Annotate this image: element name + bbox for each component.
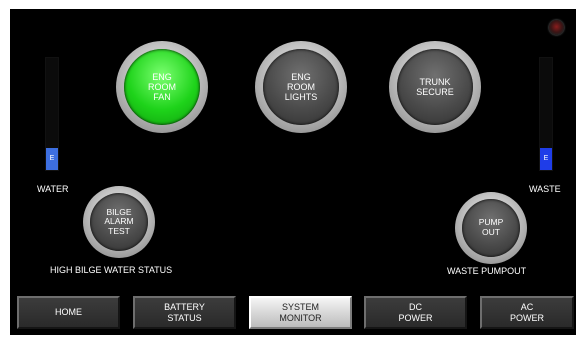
water-empty-marker: E xyxy=(49,155,55,163)
trunk-secure-label: TRUNK SECURE xyxy=(397,49,473,125)
eng-room-fan-button[interactable]: ENG ROOM FAN xyxy=(116,41,208,133)
trunk-secure-button[interactable]: TRUNK SECURE xyxy=(389,41,481,133)
nav-dc-power-button[interactable]: DC POWER xyxy=(364,296,467,329)
eng-room-fan-label: ENG ROOM FAN xyxy=(124,49,200,125)
nav-system-monitor-label: SYSTEM MONITOR xyxy=(279,302,322,323)
eng-room-lights-label: ENG ROOM LIGHTS xyxy=(263,49,339,125)
nav-ac-power-label: AC POWER xyxy=(509,302,544,323)
nav-system-monitor-button[interactable]: SYSTEM MONITOR xyxy=(249,296,352,329)
waste-pumpout-label: WASTE PUMPOUT xyxy=(447,266,527,276)
nav-home-button[interactable]: HOME xyxy=(17,296,120,329)
water-tank-gauge: E xyxy=(45,57,59,171)
waste-label: WASTE xyxy=(529,184,561,194)
waste-tank-gauge: E xyxy=(539,57,553,171)
pump-out-button[interactable]: PUMP OUT xyxy=(455,192,527,264)
nav-home-label: HOME xyxy=(55,307,82,318)
water-label: WATER xyxy=(37,184,69,194)
nav-battery-status-button[interactable]: BATTERY STATUS xyxy=(133,296,236,329)
nav-dc-power-label: DC POWER xyxy=(398,302,433,323)
high-bilge-water-status-label: HIGH BILGE WATER STATUS xyxy=(50,265,173,275)
nav-battery-status-label: BATTERY STATUS xyxy=(164,302,205,323)
monitor-panel: E WATER E WASTE ENG ROOM FAN ENG ROOM LI… xyxy=(10,9,576,335)
bilge-alarm-test-label: BILGE ALARM TEST xyxy=(90,193,148,251)
pump-out-label: PUMP OUT xyxy=(462,199,520,257)
nav-ac-power-button[interactable]: AC POWER xyxy=(480,296,574,329)
water-level-fill: E xyxy=(46,147,58,170)
waste-empty-marker: E xyxy=(543,155,549,163)
waste-level-fill: E xyxy=(540,147,552,170)
bilge-alarm-test-button[interactable]: BILGE ALARM TEST xyxy=(83,186,155,258)
red-indicator-light-icon xyxy=(549,20,564,35)
eng-room-lights-button[interactable]: ENG ROOM LIGHTS xyxy=(255,41,347,133)
